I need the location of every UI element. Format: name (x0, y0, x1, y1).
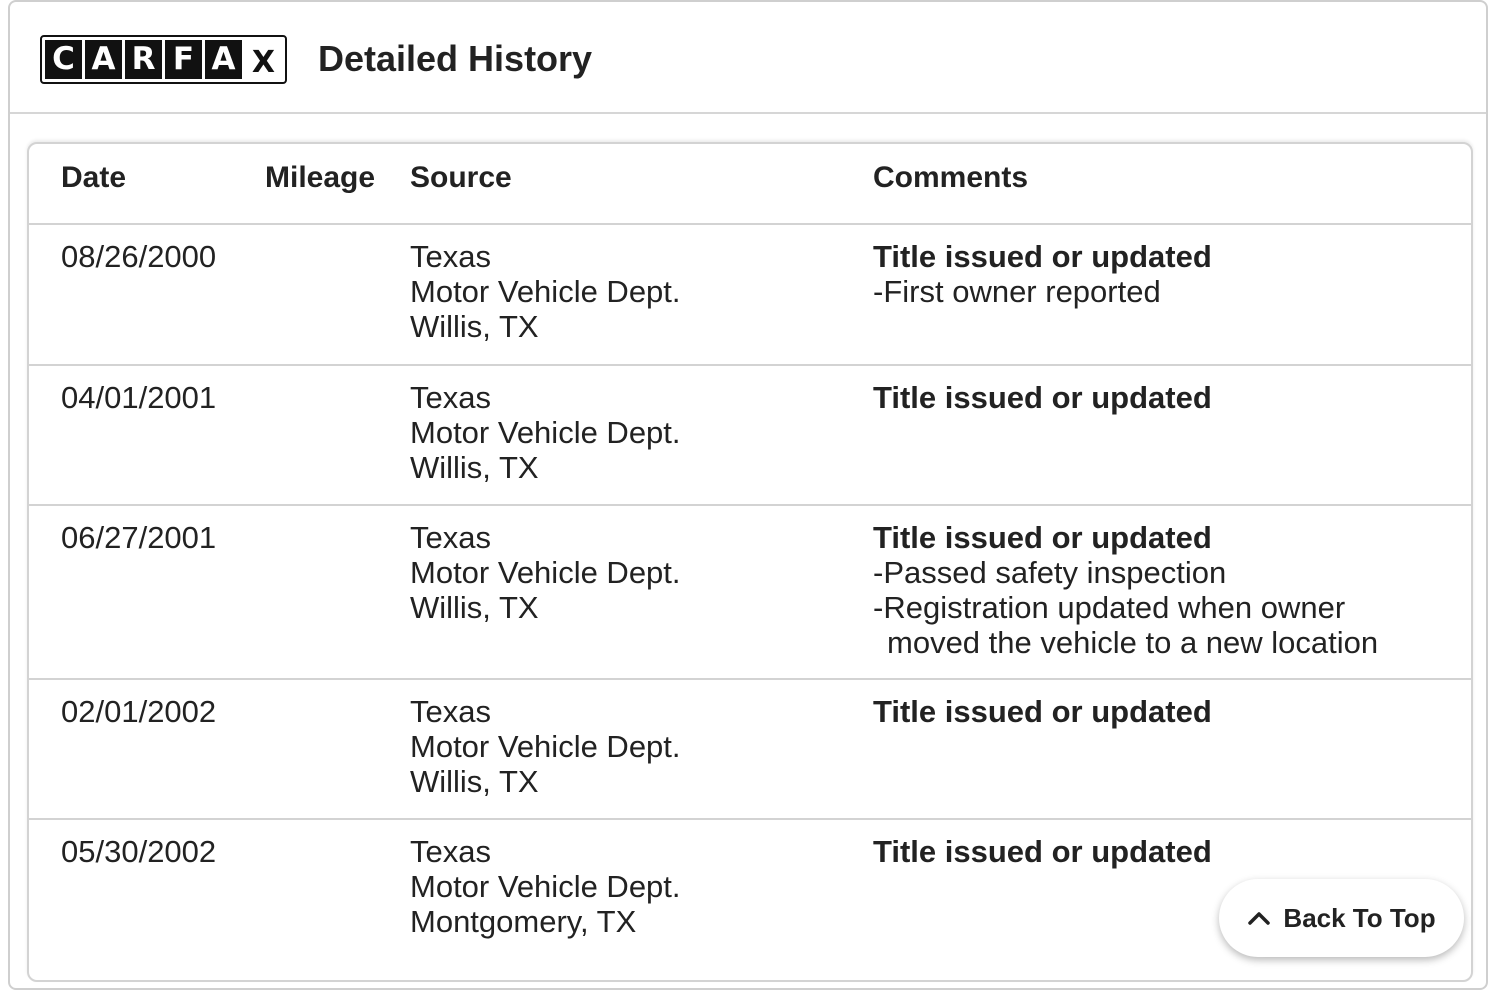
logo-letter: C (45, 40, 82, 79)
source-line: Texas (410, 834, 491, 869)
back-to-top-button[interactable]: Back To Top (1219, 879, 1464, 957)
row-comments: Title issued or updated (873, 380, 1443, 415)
row-source: Texas Motor Vehicle Dept. Willis, TX (410, 694, 681, 799)
column-header-mileage: Mileage (265, 161, 376, 194)
comment-title: Title issued or updated (873, 694, 1212, 729)
page-title: Detailed History (318, 38, 593, 79)
source-line: Montgomery, TX (410, 904, 637, 939)
carfax-logo: C A R F A X (40, 35, 287, 84)
comment-title: Title issued or updated (873, 239, 1212, 274)
row-date: 05/30/2002 (61, 834, 217, 869)
row-comments: Title issued or updated -First owner rep… (873, 239, 1443, 309)
row-comments: Title issued or updated -Passed safety i… (873, 520, 1443, 660)
row-date: 02/01/2002 (61, 694, 217, 729)
panel-header: C A R F A X Detailed History (10, 2, 1486, 114)
row-source: Texas Motor Vehicle Dept. Willis, TX (410, 380, 681, 485)
table-row: 02/01/2002 Texas Motor Vehicle Dept. Wil… (29, 680, 1471, 820)
row-date: 04/01/2001 (61, 380, 217, 415)
comment-item: -Passed safety inspection (873, 555, 1227, 590)
source-line: Motor Vehicle Dept. (410, 555, 681, 590)
logo-letter: A (85, 40, 122, 79)
row-source: Texas Motor Vehicle Dept. Willis, TX (410, 520, 681, 625)
comment-title: Title issued or updated (873, 380, 1212, 415)
row-date: 06/27/2001 (61, 520, 217, 555)
source-line: Willis, TX (410, 450, 539, 485)
source-line: Texas (410, 520, 491, 555)
logo-letter: R (125, 40, 162, 79)
back-to-top-label: Back To Top (1283, 902, 1436, 933)
source-line: Texas (410, 694, 491, 729)
column-header-date: Date (61, 161, 127, 194)
chevron-up-icon (1248, 912, 1271, 925)
source-line: Willis, TX (410, 764, 539, 799)
comment-title: Title issued or updated (873, 520, 1212, 555)
column-header-source: Source (410, 161, 512, 194)
logo-letter: F (165, 40, 202, 79)
source-line: Motor Vehicle Dept. (410, 869, 681, 904)
source-line: Motor Vehicle Dept. (410, 729, 681, 764)
source-line: Motor Vehicle Dept. (410, 415, 681, 450)
source-line: Motor Vehicle Dept. (410, 274, 681, 309)
source-line: Willis, TX (410, 590, 539, 625)
source-line: Texas (410, 239, 491, 274)
history-table: Date Mileage Source Comments 08/26/2000 … (27, 142, 1473, 982)
table-row: 08/26/2000 Texas Motor Vehicle Dept. Wil… (29, 225, 1471, 366)
row-comments: Title issued or updated (873, 834, 1443, 869)
source-line: Willis, TX (410, 309, 539, 344)
table-row: 06/27/2001 Texas Motor Vehicle Dept. Wil… (29, 506, 1471, 680)
logo-letter-fox: X (245, 40, 282, 79)
comment-item: -First owner reported (873, 274, 1161, 309)
row-comments: Title issued or updated (873, 694, 1443, 729)
column-header-comments: Comments (873, 161, 1029, 194)
detailed-history-panel: C A R F A X Detailed History Date Mileag… (8, 0, 1488, 990)
comment-title: Title issued or updated (873, 834, 1212, 869)
source-line: Texas (410, 380, 491, 415)
table-row: 04/01/2001 Texas Motor Vehicle Dept. Wil… (29, 366, 1471, 506)
row-source: Texas Motor Vehicle Dept. Montgomery, TX (410, 834, 681, 939)
row-date: 08/26/2000 (61, 239, 217, 274)
comment-item: -Registration updated when owner moved t… (873, 590, 1379, 660)
logo-letter: A (205, 40, 242, 79)
row-source: Texas Motor Vehicle Dept. Willis, TX (410, 239, 681, 344)
